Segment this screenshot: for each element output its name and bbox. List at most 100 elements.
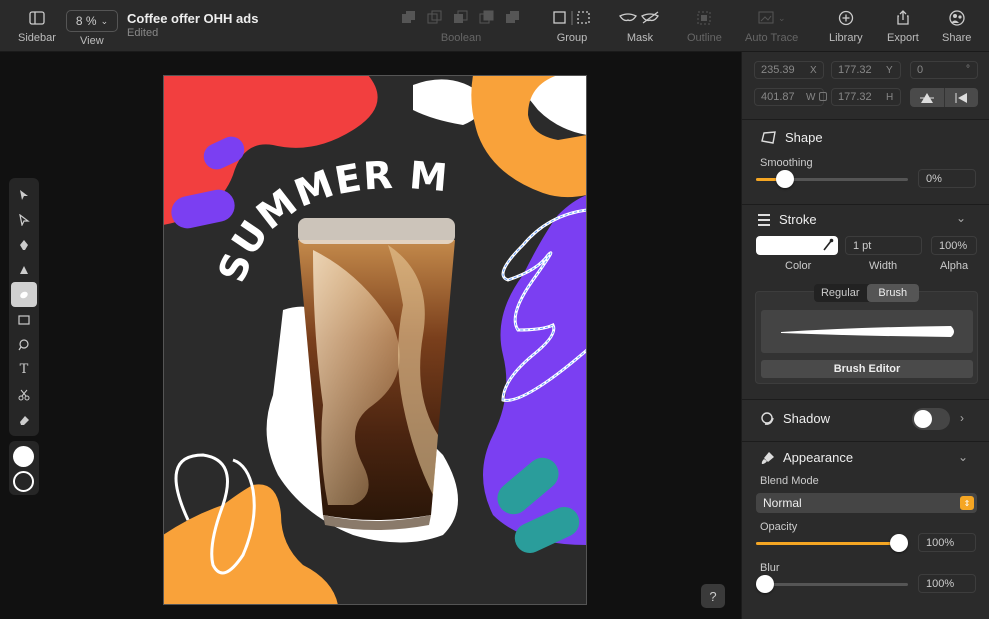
direct-select-tool-icon[interactable] (9, 207, 39, 232)
stroke-color-label: Color (785, 260, 812, 272)
stroke-title: Stroke (779, 212, 817, 227)
shadow-toggle[interactable] (912, 408, 950, 430)
outline-icon (696, 8, 712, 28)
shape-icon (761, 130, 776, 144)
blend-mode-value: Normal (763, 496, 802, 510)
autotrace-icon: ⌄ (757, 8, 787, 28)
share-people-icon (948, 8, 966, 28)
smoothing-label: Smoothing (760, 157, 813, 169)
document-status: Edited (127, 27, 159, 39)
text-tool-icon[interactable]: T (9, 357, 39, 382)
color-swatches (9, 441, 39, 495)
brush-tool-icon[interactable] (11, 282, 37, 307)
boolean-group[interactable]: Boolean (400, 8, 522, 44)
pen-tool-icon[interactable] (9, 232, 39, 257)
flip-buttons (910, 88, 978, 107)
brush-preview[interactable] (761, 310, 973, 353)
shape-section-header: Shape (761, 130, 823, 145)
library-label: Library (829, 32, 863, 44)
pencil-tool-icon[interactable] (9, 257, 39, 282)
chevron-down-icon: ⌄ (100, 15, 109, 26)
eyedropper-icon[interactable] (822, 238, 834, 255)
mask-label: Mask (626, 32, 654, 44)
blur-slider[interactable] (756, 575, 908, 593)
w-label: W (806, 92, 816, 103)
library-button[interactable]: Library (829, 8, 863, 44)
stroke-width-field[interactable]: 1 pt (845, 236, 922, 255)
appearance-title: Appearance (783, 450, 854, 465)
opacity-fill (756, 542, 901, 545)
export-button[interactable]: Export (887, 8, 919, 44)
appearance-section-header: Appearance (761, 450, 853, 465)
autotrace-button[interactable]: ⌄ Auto Trace (745, 8, 798, 44)
group-label: Group (556, 32, 588, 44)
tab-brush[interactable]: Brush (866, 284, 919, 302)
flip-horizontal-icon[interactable] (943, 88, 979, 107)
shadow-icon (761, 411, 774, 425)
opacity-label: Opacity (760, 521, 798, 533)
shadow-chevron-right-icon[interactable]: › (960, 411, 964, 425)
stroke-width-label: Width (869, 260, 898, 272)
select-stepper-icon: ⇕ (960, 496, 974, 510)
group-icon (552, 8, 592, 28)
rotation-unit: ° (966, 64, 970, 75)
opacity-slider[interactable] (756, 534, 908, 552)
eraser-tool-icon[interactable] (9, 407, 39, 432)
blend-mode-label: Blend Mode (760, 475, 819, 487)
blur-knob[interactable] (756, 575, 774, 593)
outline-button[interactable]: Outline (687, 8, 722, 44)
svg-text:⌄: ⌄ (778, 13, 786, 23)
lock-ratio-icon[interactable] (819, 92, 827, 101)
brush-appearance-icon (761, 451, 774, 464)
fill-tool-icon[interactable] (9, 332, 39, 357)
share-label: Share (942, 32, 972, 44)
tab-regular[interactable]: Regular (814, 284, 867, 302)
export-icon (895, 8, 911, 28)
flip-vertical-icon[interactable] (910, 88, 944, 107)
view-label-wrap: View (80, 35, 104, 47)
h-label: H (886, 92, 894, 103)
boolean-icons (400, 8, 522, 28)
appearance-collapse-chevron-icon[interactable]: ⌄ (958, 450, 968, 464)
stroke-alpha-field[interactable]: 100% (931, 236, 977, 255)
share-button[interactable]: Share (942, 8, 971, 44)
sidebar-icon (29, 8, 45, 28)
help-button[interactable]: ? (701, 584, 725, 608)
blend-mode-select[interactable]: Normal ⇕ (756, 493, 977, 513)
mask-button[interactable]: Mask (618, 8, 662, 44)
y-label: Y (886, 65, 893, 76)
sidebar-label: Sidebar (18, 32, 56, 44)
blur-label: Blur (760, 562, 780, 574)
sidebar-button[interactable]: Sidebar (18, 8, 56, 44)
stroke-swatch[interactable] (13, 471, 34, 492)
boolean-label: Boolean (440, 32, 482, 44)
outline-label: Outline (687, 32, 722, 44)
smoothing-value[interactable]: 0% (918, 169, 976, 188)
stroke-lines-icon (758, 213, 770, 226)
stroke-alpha-label: Alpha (940, 260, 969, 272)
select-tool-icon[interactable] (9, 182, 39, 207)
opacity-knob[interactable] (890, 534, 908, 552)
stroke-collapse-chevron-icon[interactable]: ⌄ (956, 211, 966, 225)
opacity-value[interactable]: 100% (918, 533, 976, 552)
group-button[interactable]: Group (552, 8, 592, 44)
zoom-dropdown[interactable]: 8 % ⌄ (66, 10, 118, 32)
tool-palette: T (9, 178, 39, 436)
top-toolbar: Sidebar 8 % ⌄ View Coffee offer OHH ads … (0, 0, 989, 52)
brush-editor-button[interactable]: Brush Editor (761, 360, 973, 378)
view-label: View (80, 35, 104, 47)
blur-value[interactable]: 100% (918, 574, 976, 593)
artwork: SUMMER MENU (163, 75, 587, 605)
rectangle-tool-icon[interactable] (9, 307, 39, 332)
smoothing-knob[interactable] (776, 170, 794, 188)
shadow-toggle-knob (914, 410, 932, 428)
scissors-tool-icon[interactable] (9, 382, 39, 407)
fill-swatch[interactable] (13, 446, 34, 467)
export-label: Export (887, 32, 919, 44)
document-title: Coffee offer OHH ads (127, 11, 259, 26)
inspector-panel: 235.39 X 177.32 Y 0 ° 401.87 W 177.32 H … (741, 52, 989, 619)
smoothing-slider[interactable] (756, 170, 908, 188)
autotrace-label: Auto Trace (745, 32, 799, 44)
plus-circle-icon (838, 8, 854, 28)
artboard[interactable]: SUMMER MENU (163, 75, 587, 605)
